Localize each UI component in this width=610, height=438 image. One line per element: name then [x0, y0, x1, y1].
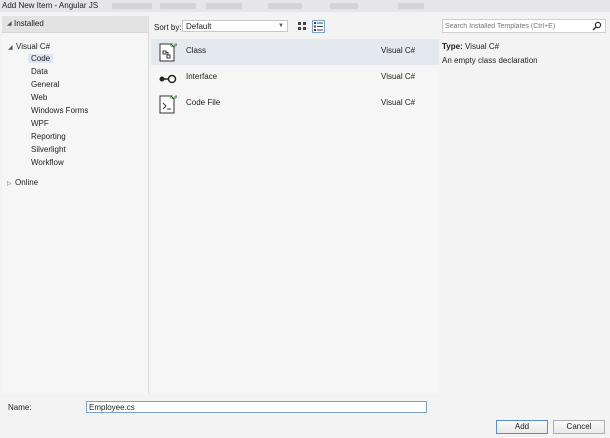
grid-view-icon — [298, 22, 306, 30]
add-button[interactable]: Add — [496, 420, 548, 434]
svg-text:C#: C# — [170, 43, 177, 49]
tree-item-label: Silverlight — [31, 145, 66, 154]
template-name: Class — [186, 46, 207, 55]
tree-item-reporting[interactable]: Reporting — [2, 131, 148, 143]
background-tab — [112, 3, 152, 9]
tree-item-code[interactable]: Code — [2, 53, 148, 65]
template-item-interface[interactable]: Interface Visual C# — [151, 65, 439, 91]
sort-value: Default — [186, 22, 212, 31]
template-language: Visual C# — [381, 72, 416, 81]
tree-item-wpf[interactable]: WPF — [2, 118, 148, 130]
tree-item-web[interactable]: Web — [2, 92, 148, 104]
tree-item-label: Windows Forms — [31, 106, 89, 115]
tree-item-label: Visual C# — [16, 42, 51, 51]
expand-triangle-icon[interactable]: ◢ — [8, 44, 13, 51]
tree-item-data[interactable]: Data — [2, 66, 148, 78]
search-icon[interactable] — [592, 21, 602, 31]
name-label: Name: — [8, 403, 32, 412]
name-row: Name: — [0, 396, 610, 416]
tree-item-label: General — [31, 80, 60, 89]
search-input[interactable] — [445, 21, 585, 31]
details-pane: Type: Visual C# An empty class declarati… — [442, 42, 606, 65]
tree-header-label: Installed — [14, 19, 44, 28]
tree-item-label: Online — [15, 178, 39, 187]
template-item-class[interactable]: C# Class Visual C# — [151, 39, 439, 65]
window-title: Add New Item - Angular JS — [2, 1, 99, 10]
background-tab — [160, 3, 196, 9]
background-tab — [206, 3, 242, 9]
chevron-down-icon: ▼ — [278, 23, 284, 29]
sort-bar: Sort by: Default ▼ — [150, 16, 438, 38]
template-language: Visual C# — [381, 98, 416, 107]
tree-item-label: Reporting — [31, 132, 66, 141]
tree-item-online[interactable]: ▷ Online — [2, 177, 148, 189]
background-tab — [398, 3, 424, 9]
template-description: An empty class declaration — [442, 56, 538, 65]
collapse-triangle-icon[interactable]: ▷ — [7, 180, 12, 187]
list-view-icon — [314, 22, 323, 31]
tree-item-label: Web — [31, 93, 48, 102]
svg-text:C#: C# — [170, 95, 177, 101]
tree-item-label: Data — [31, 67, 48, 76]
expand-triangle-icon[interactable]: ◢ — [7, 20, 12, 27]
template-language: Visual C# — [381, 46, 416, 55]
sort-select[interactable]: Default ▼ — [182, 20, 288, 32]
tree-item-label: Workflow — [31, 158, 64, 167]
template-list: C# Class Visual C# Interface Visual C# C… — [151, 39, 439, 394]
template-name: Interface — [186, 72, 218, 81]
tree-item-label: WPF — [31, 119, 49, 128]
type-label: Type: — [442, 42, 463, 51]
list-view-button[interactable] — [312, 20, 325, 33]
tree-header-installed[interactable]: ◢ Installed — [2, 16, 148, 33]
search-box — [442, 19, 606, 33]
class-icon: C# — [159, 43, 177, 62]
tree-item-workflow[interactable]: Workflow — [2, 157, 148, 169]
type-line: Type: Visual C# — [442, 42, 606, 51]
name-input[interactable] — [86, 401, 427, 413]
template-name: Code File — [186, 98, 221, 107]
tree-item-visual-csharp[interactable]: ◢ Visual C# — [2, 41, 148, 53]
sort-label: Sort by: — [154, 23, 182, 32]
interface-icon — [159, 74, 177, 84]
template-tree: ◢ Installed ◢ Visual C# Code Data Genera… — [2, 16, 149, 394]
tree-item-label: Code — [28, 54, 54, 63]
code-file-icon: C# — [159, 95, 177, 114]
background-tab — [330, 3, 358, 9]
tree-item-windows-forms[interactable]: Windows Forms — [2, 105, 148, 117]
tree-item-general[interactable]: General — [2, 79, 148, 91]
medium-icons-view-button[interactable] — [296, 20, 309, 33]
template-item-code-file[interactable]: C# Code File Visual C# — [151, 91, 439, 117]
title-bar: Add New Item - Angular JS — [0, 0, 610, 12]
background-tab — [268, 3, 302, 9]
cancel-button[interactable]: Cancel — [553, 420, 605, 434]
type-value: Visual C# — [464, 42, 500, 51]
tree-item-silverlight[interactable]: Silverlight — [2, 144, 148, 156]
